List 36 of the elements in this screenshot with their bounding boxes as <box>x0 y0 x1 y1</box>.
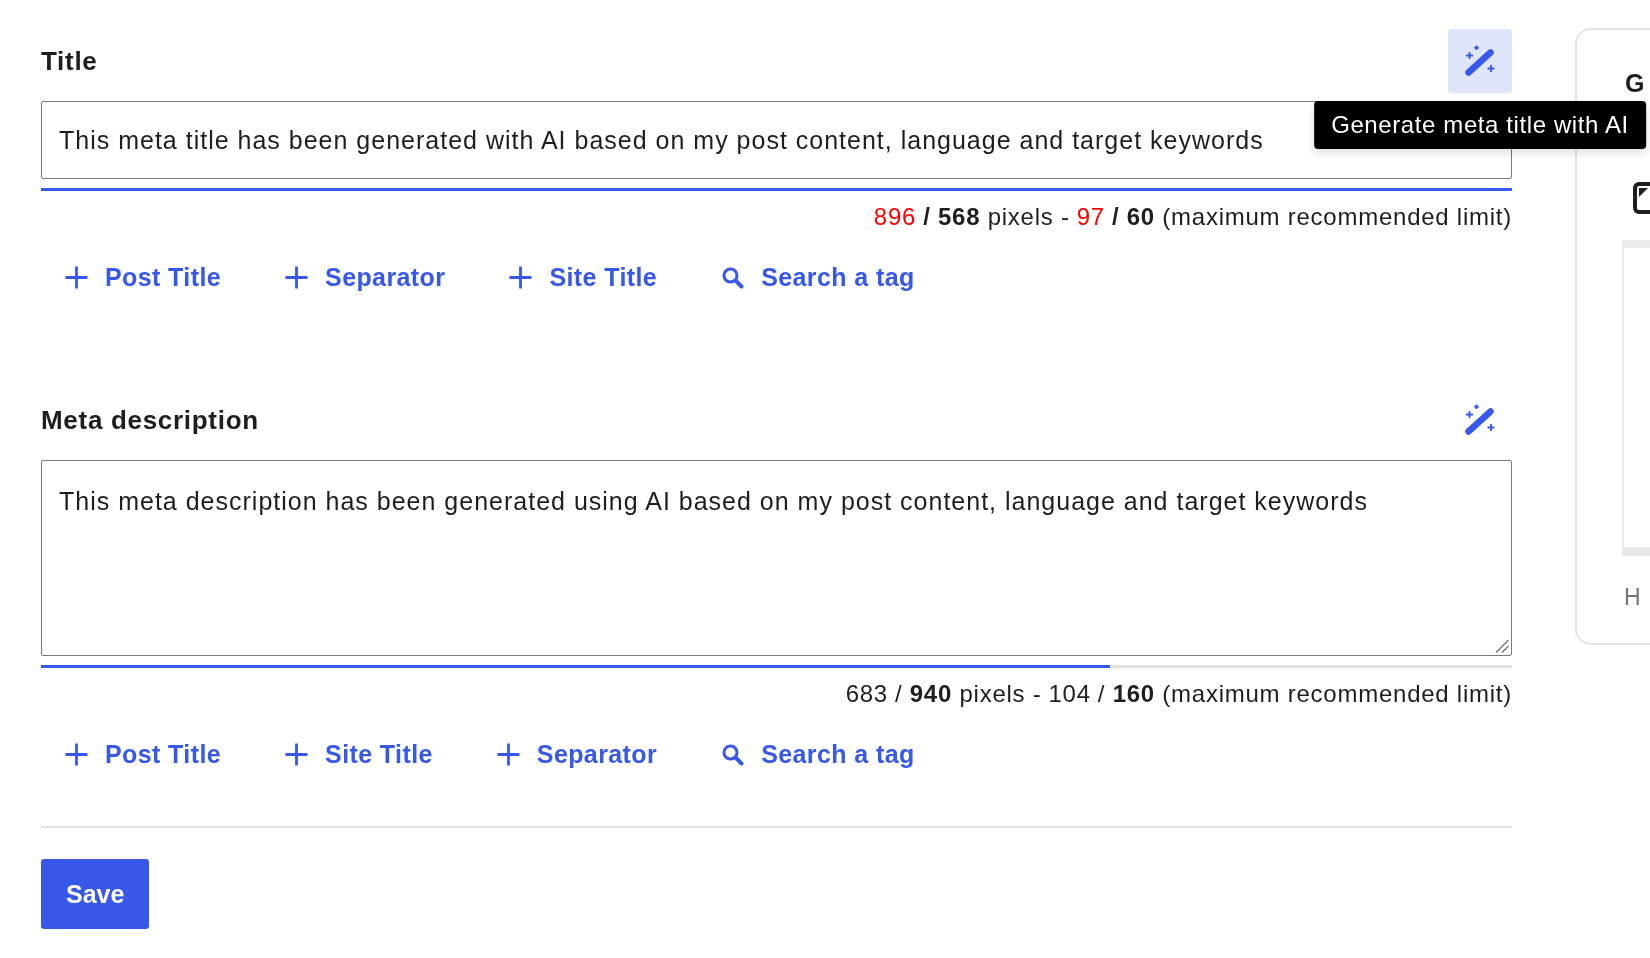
add-tag-button[interactable]: Post Title <box>53 255 234 299</box>
field-label: Title <box>41 45 98 76</box>
plus-icon <box>285 742 309 766</box>
plus-icon <box>65 742 88 766</box>
character-count: 97 <box>1076 203 1105 231</box>
text-area[interactable]: This meta description has been generated using AI based on my post content, language and target keywords <box>41 460 1512 656</box>
add-tag-button[interactable]: Site Title <box>273 732 445 776</box>
character-limit-text: / 60 (maximum recommended limit) <box>1111 203 1512 231</box>
magic-wand-icon <box>1465 45 1495 76</box>
character-limit-text: / 160 (maximum recommended limit) <box>1097 680 1512 708</box>
search-tag-button[interactable]: Search a tag <box>709 732 927 776</box>
pixel-count: 896 <box>873 203 917 231</box>
character-count: 104 <box>1048 680 1091 708</box>
magic-wand-icon <box>1465 404 1495 435</box>
save-button[interactable]: Save <box>41 859 150 929</box>
pixel-limit-text: / 568 pixels - <box>923 203 1070 231</box>
add-tag-button[interactable]: Separator <box>273 255 458 299</box>
search-icon <box>721 265 745 289</box>
plus-icon <box>285 265 309 289</box>
ai-generate-button[interactable] <box>1448 28 1512 93</box>
resize-handle-icon[interactable] <box>1495 639 1509 653</box>
panel-heading: G <box>1625 68 1646 98</box>
plus-icon <box>509 265 533 289</box>
plus-icon <box>65 265 88 289</box>
field-label: Meta description <box>41 404 259 435</box>
pixel-limit-text: / 940 pixels - <box>894 680 1042 708</box>
search-icon <box>721 742 745 766</box>
pixel-count: 683 <box>845 680 888 708</box>
panel-note: H <box>1624 583 1642 611</box>
add-tag-button[interactable]: Site Title <box>497 255 670 299</box>
plus-icon <box>496 742 520 766</box>
add-tag-button[interactable]: Separator <box>484 732 670 776</box>
search-tag-button[interactable]: Search a tag <box>709 255 927 299</box>
add-tag-button[interactable]: Post Title <box>53 732 234 776</box>
tooltip: Generate meta title with AI <box>1314 100 1646 149</box>
frame-icon <box>1633 182 1650 214</box>
